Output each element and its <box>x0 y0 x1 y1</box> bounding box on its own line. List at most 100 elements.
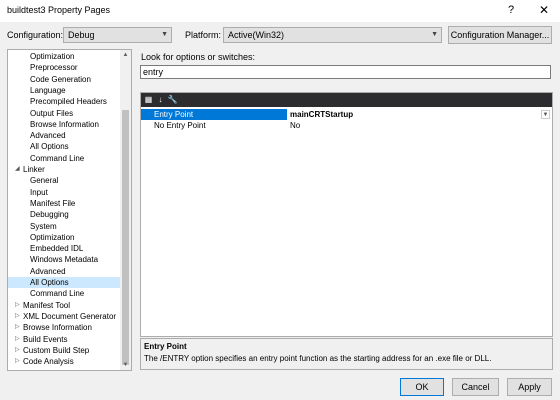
tree-item-label: Preprocessor <box>30 63 78 73</box>
platform-label: Platform: <box>185 30 222 40</box>
tree-item-label: General <box>30 176 59 186</box>
collapsed-arrow-icon[interactable]: ▷ <box>15 356 20 367</box>
platform-value: Active(Win32) <box>228 30 285 40</box>
description-text: The /ENTRY option specifies an entry poi… <box>144 354 492 363</box>
tree-item[interactable]: Input <box>8 187 120 198</box>
chevron-down-icon[interactable]: ▼ <box>541 110 550 119</box>
tree-item[interactable]: Optimization <box>8 232 120 243</box>
configuration-label: Configuration: <box>7 30 64 40</box>
tree-item-label: Input <box>30 187 48 197</box>
tree-item[interactable]: ▷ XML Document Generator <box>8 311 120 322</box>
collapsed-arrow-icon[interactable]: ▷ <box>15 334 20 345</box>
tree-item[interactable]: ▷ Custom Build Step <box>8 345 120 356</box>
configuration-manager-button[interactable]: Configuration Manager... <box>448 26 552 44</box>
tree-item-label: Precompiled Headers <box>30 97 107 107</box>
collapsed-arrow-icon[interactable]: ▷ <box>15 311 20 322</box>
tree-item[interactable]: Precompiled Headers <box>8 96 120 107</box>
title-bar: buildtest3 Property Pages ? ✕ <box>0 0 560 22</box>
property-grid: ▦ ↓ 🔧 Entry Point mainCRTStartup ▼ No En… <box>140 92 553 337</box>
scroll-up-icon[interactable]: ▲ <box>120 50 131 60</box>
scroll-down-icon[interactable]: ▼ <box>120 360 131 370</box>
configuration-value: Debug <box>68 30 95 40</box>
tree-item[interactable]: ▷ Build Events <box>8 334 120 345</box>
cancel-button[interactable]: Cancel <box>452 378 499 396</box>
tree-item[interactable]: Optimization <box>8 51 120 62</box>
property-pages-icon[interactable]: 🔧 <box>167 94 178 105</box>
category-tree[interactable]: ▷ Code Analysis ▷ Custom Build Step ▷ Build E… <box>7 49 132 371</box>
tree-item-label: Code Analysis <box>23 357 74 367</box>
tree-item-label: Custom Build Step <box>23 345 90 355</box>
tree-item-label: Command Line <box>30 289 85 299</box>
tree-item-label: Code Generation <box>30 74 91 84</box>
tree-item-label: Advanced <box>30 131 66 141</box>
close-icon[interactable]: ✕ <box>537 3 551 17</box>
property-name: No Entry Point <box>154 121 206 130</box>
tree-item[interactable]: Preprocessor <box>8 62 120 73</box>
tree-scrollbar[interactable]: ▲ ▼ <box>120 50 131 370</box>
expanded-arrow-icon[interactable]: ◢ <box>15 164 20 175</box>
tree-item[interactable]: Code Generation <box>8 74 120 85</box>
tree-item[interactable]: Advanced <box>8 130 120 141</box>
tree-item[interactable]: General <box>8 175 120 186</box>
tree-item[interactable]: All Options <box>8 141 120 152</box>
tree-item[interactable]: ◢ Linker <box>8 164 120 175</box>
chevron-down-icon: ▼ <box>431 31 438 38</box>
tree-item-label: Language <box>30 85 66 95</box>
platform-dropdown[interactable]: Active(Win32) ▼ <box>223 27 442 43</box>
property-value[interactable]: No <box>288 120 552 131</box>
tree-item-label: XML Document Generator <box>23 311 117 321</box>
tree-item-label: Linker <box>23 165 45 174</box>
categorized-icon[interactable]: ▦ <box>143 94 154 105</box>
tree-item[interactable]: Command Line <box>8 153 120 164</box>
tree-item-label: Debugging <box>30 210 69 220</box>
ok-button[interactable]: OK <box>400 378 444 396</box>
tree-item-label: Optimization <box>30 232 75 242</box>
tree-item-label: All Options <box>30 278 69 287</box>
tree-item[interactable]: ▷ Code Analysis <box>8 356 120 367</box>
tree-item-label: Windows Metadata <box>30 255 99 265</box>
collapsed-arrow-icon[interactable]: ▷ <box>15 345 20 356</box>
tree-item-label: Browse Information <box>30 119 99 129</box>
tree-item[interactable]: System <box>8 221 120 232</box>
tree-item-label: Advanced <box>30 266 66 276</box>
tree-item-label: Optimization <box>30 52 75 61</box>
tree-item-label: Manifest Tool <box>23 300 70 310</box>
tree-item-label: Manifest File <box>30 198 76 208</box>
property-row-entry-point[interactable]: Entry Point mainCRTStartup ▼ <box>141 109 552 120</box>
tree-item[interactable]: Embedded IDL <box>8 243 120 254</box>
tree-item[interactable]: Output Files <box>8 108 120 119</box>
tree-item-label: Browse Information <box>23 323 92 333</box>
property-name: Entry Point <box>141 109 287 120</box>
alphabetical-icon[interactable]: ↓ <box>155 94 166 105</box>
tree-item[interactable]: ▷ Browse Information <box>8 322 120 333</box>
tree-item-label: Output Files <box>30 108 74 118</box>
collapsed-arrow-icon[interactable]: ▷ <box>15 300 20 311</box>
tree-item[interactable]: Browse Information <box>8 119 120 130</box>
tree-item-label: Build Events <box>23 334 68 344</box>
chevron-down-icon: ▼ <box>161 31 168 38</box>
tree-item-label: System <box>30 221 57 231</box>
tree-item-label: Embedded IDL <box>30 244 84 254</box>
tree-item[interactable]: Language <box>8 85 120 96</box>
scrollbar-thumb[interactable] <box>122 110 129 365</box>
help-icon[interactable]: ? <box>504 3 518 17</box>
window-title: buildtest3 Property Pages <box>7 5 111 15</box>
configuration-dropdown[interactable]: Debug ▼ <box>63 27 172 43</box>
apply-button[interactable]: Apply <box>507 378 552 396</box>
tree-item-label: All Options <box>30 142 69 152</box>
property-value[interactable]: mainCRTStartup <box>288 109 552 120</box>
tree-item[interactable]: Command Line <box>8 288 120 299</box>
tree-item[interactable]: Debugging <box>8 209 120 220</box>
tree-item[interactable]: Windows Metadata <box>8 254 120 265</box>
search-input[interactable] <box>140 65 551 79</box>
configuration-row: Configuration: Debug ▼ Platform: Active(… <box>0 26 560 46</box>
property-row-no-entry-point[interactable]: No Entry Point No <box>141 120 552 131</box>
tree-item-label: Command Line <box>30 153 85 163</box>
tree-item[interactable]: Advanced <box>8 266 120 277</box>
tree-item[interactable]: ▷ Manifest Tool <box>8 300 120 311</box>
collapsed-arrow-icon[interactable]: ▷ <box>15 322 20 333</box>
tree-item[interactable]: All Options <box>8 277 120 289</box>
description-panel: Entry Point The /ENTRY option specifies … <box>140 338 553 370</box>
search-label: Look for options or switches: <box>141 52 256 62</box>
tree-item[interactable]: Manifest File <box>8 198 120 209</box>
